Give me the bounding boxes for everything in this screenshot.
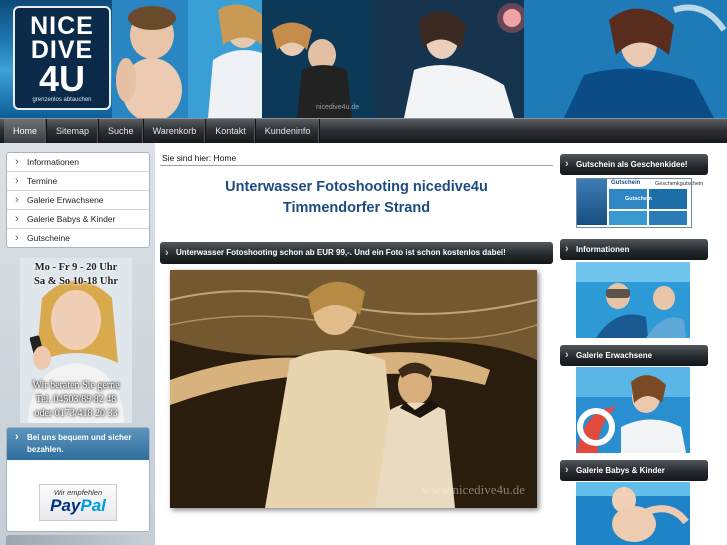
top-navigation: Home Sitemap Suche Warenkorb Kontakt Kun…	[0, 118, 727, 143]
photo-watermark: www.nicedive4u.de	[421, 482, 525, 497]
nav-home[interactable]: Home	[4, 119, 48, 143]
sidebar-item-galerie-erwachsene[interactable]: Galerie Erwachsene	[7, 191, 149, 210]
couple-underwater-illustration	[170, 270, 537, 508]
gallery-kids-heading[interactable]: Galerie Babys & Kinder	[560, 460, 708, 481]
woman-blue-dress-photo	[524, 0, 727, 118]
voucher-tag: Geschenkgutschein	[655, 181, 704, 187]
logo-tagline: grenzenlos abtauchen	[32, 96, 92, 103]
breadcrumb-divider	[160, 165, 553, 166]
nav-warenkorb[interactable]: Warenkorb	[144, 119, 207, 143]
logo-text-4u: 4U	[38, 57, 86, 99]
header-banner: NICE DIVE 4U grenzenlos abtauchen nicedi…	[0, 0, 727, 118]
nav-kundeninfo[interactable]: Kundeninfo	[256, 119, 321, 143]
page-title-line1: Unterwasser Fotoshooting nicedive4u	[225, 179, 488, 195]
gallery-adults-heading[interactable]: Galerie Erwachsene	[560, 345, 708, 366]
opening-hours-weekdays: Mo - Fr 9 - 20 Uhr	[34, 262, 118, 273]
opening-hours-weekend: Sa & So 10-18 Uhr	[33, 276, 118, 287]
paypal-logo: PayPal	[40, 497, 116, 515]
logo-text-nice: NICE	[30, 11, 94, 40]
sidebar-item-termine[interactable]: Termine	[7, 172, 149, 191]
voucher-label: Gutschein	[625, 196, 652, 202]
paypal-badge[interactable]: Wir empfehlen PayPal	[39, 484, 117, 521]
couple-photo	[262, 0, 374, 118]
header-watermark: nicedive4u.de	[316, 104, 360, 111]
sidebar-item-informationen[interactable]: Informationen	[7, 153, 149, 172]
payment-box: Bei uns bequem und sicher bezahlen. Wir …	[6, 427, 150, 532]
nav-kontakt[interactable]: Kontakt	[206, 119, 256, 143]
payment-heading: Bei uns bequem und sicher bezahlen.	[7, 428, 149, 460]
sidebar-item-galerie-babys-kinder[interactable]: Galerie Babys & Kinder	[7, 210, 149, 229]
baby-photo	[112, 0, 192, 118]
voucher-title: Gutschein	[611, 180, 641, 186]
nicedive4u-logo[interactable]: NICE DIVE 4U grenzenlos abtauchen	[13, 6, 111, 110]
info-heading[interactable]: Informationen	[560, 239, 708, 260]
voucher-photos	[609, 189, 687, 225]
page-title: Unterwasser Fotoshooting nicedive4u Timm…	[160, 177, 553, 219]
gallery-kids-photo[interactable]	[576, 482, 690, 545]
information-photo[interactable]	[576, 262, 690, 338]
advice-text: Wir beraten Sie gerne	[32, 380, 120, 391]
voucher-heading[interactable]: Gutschein als Geschenkidee!	[560, 154, 708, 175]
phone-number-2: oder 0173/418 20 33	[34, 408, 118, 419]
main-underwater-photo: www.nicedive4u.de	[170, 270, 537, 508]
left-menu: Informationen Termine Galerie Erwachsene…	[6, 152, 150, 248]
breadcrumb: Sie sind hier: Home	[162, 153, 237, 163]
voucher-logo	[577, 179, 607, 225]
phone-number-1: Tel. 04503/89 82 48	[35, 394, 117, 405]
nav-sitemap[interactable]: Sitemap	[47, 119, 100, 143]
promo-banner[interactable]: Unterwasser Fotoshooting schon ab EUR 99…	[160, 242, 553, 264]
sidebar-next-box	[6, 535, 148, 545]
page-title-line2: Timmendorfer Strand	[282, 200, 431, 216]
paypal-logo-pay: Pay	[50, 496, 81, 515]
sidebar-item-gutscheine[interactable]: Gutscheine	[7, 229, 149, 247]
gallery-adults-photo[interactable]	[576, 367, 690, 453]
nav-suche[interactable]: Suche	[99, 119, 144, 143]
voucher-image[interactable]: Gutschein Geschenkgutschein Gutschein	[576, 178, 703, 228]
paypal-logo-pal: Pal	[80, 496, 106, 515]
contact-hotline-box[interactable]: Mo - Fr 9 - 20 Uhr Sa & So 10-18 Uhr Wir…	[20, 258, 132, 423]
woman-white-dress-photo	[374, 0, 524, 118]
